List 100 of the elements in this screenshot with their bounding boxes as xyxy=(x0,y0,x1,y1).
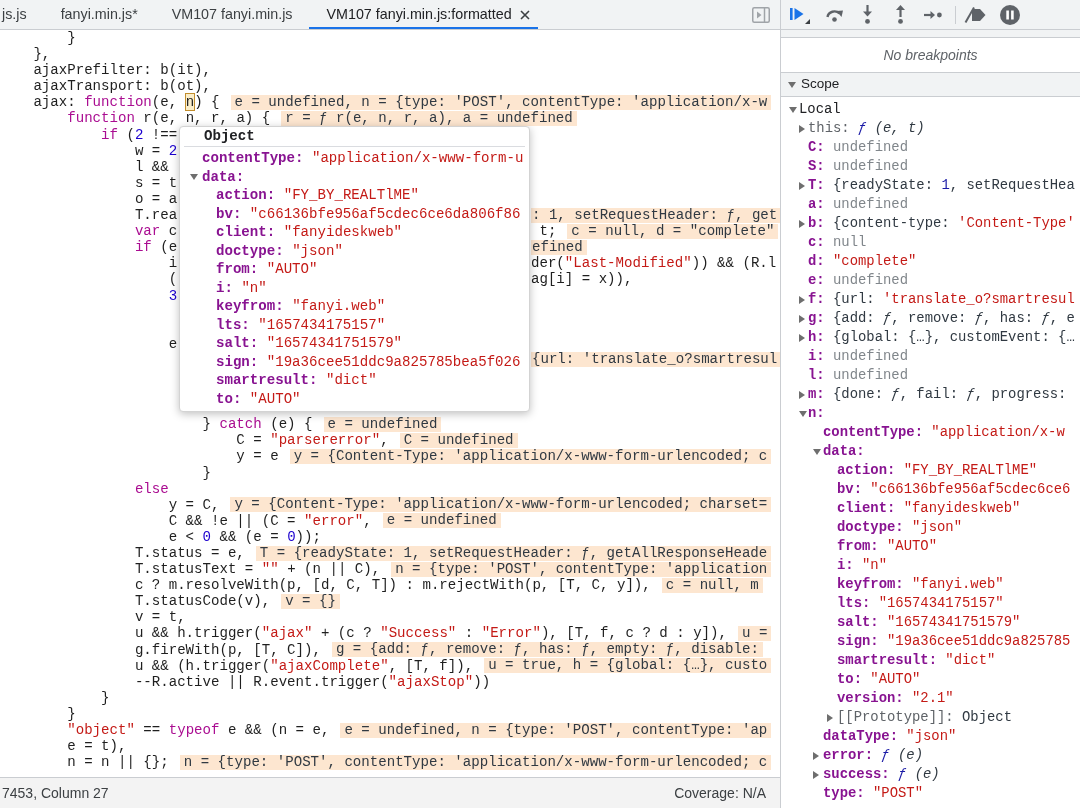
scope-group[interactable]: Local xyxy=(799,101,841,118)
scope-variable[interactable]: [[Prototype]]: Object xyxy=(837,709,1013,726)
scope-variable[interactable]: c: null xyxy=(808,234,867,251)
scope-variable[interactable]: b: {content-type: 'Content-Type' xyxy=(808,215,1075,232)
object-property[interactable]: action: "FY_BY_REALTlME" xyxy=(216,187,419,204)
scope-variable[interactable]: to: "AUTO" xyxy=(837,671,921,688)
cursor-position: 7453, Column 27 xyxy=(2,784,109,802)
file-tab[interactable]: fanyi.min.js* xyxy=(43,0,155,29)
step-over-icon[interactable] xyxy=(825,7,844,22)
code-line: ajax: function(e, n) { xyxy=(33,94,220,111)
scope-variable[interactable]: keyfrom: "fanyi.web" xyxy=(837,576,1004,593)
scope-variable[interactable]: T: {readyState: 1, setRequestHea xyxy=(808,177,1075,194)
caret-right-icon[interactable] xyxy=(799,390,805,399)
object-property[interactable]: keyfrom: "fanyi.web" xyxy=(216,298,386,315)
scope-variable[interactable]: client: "fanyideskweb" xyxy=(837,500,1021,517)
code-line: T.status = e, xyxy=(134,545,245,562)
scope-variable[interactable]: e: undefined xyxy=(808,272,909,289)
inline-value: efined xyxy=(531,239,587,255)
scope-variable[interactable]: i: undefined xyxy=(808,348,909,365)
caret-down-icon[interactable] xyxy=(788,81,796,88)
object-property[interactable]: to: "AUTO" xyxy=(216,390,301,407)
resume-icon[interactable] xyxy=(790,5,810,24)
caret-right-icon[interactable] xyxy=(799,124,805,133)
scope-variable[interactable]: salt: "16574341751579" xyxy=(837,614,1021,631)
file-tab[interactable]: js.js xyxy=(0,0,44,29)
caret-right-icon[interactable] xyxy=(799,314,805,323)
scope-variable[interactable]: sign: "19a36cee51ddc9a825785 xyxy=(837,633,1071,650)
caret-right-icon[interactable] xyxy=(813,770,819,779)
object-property[interactable]: lts: "1657434175157" xyxy=(216,316,386,333)
caret-right-icon[interactable] xyxy=(827,713,833,722)
scope-variable[interactable]: error: ƒ (e) xyxy=(823,747,924,764)
caret-right-icon[interactable] xyxy=(799,181,805,190)
code-line: e xyxy=(168,335,178,352)
scope-variable[interactable]: C: undefined xyxy=(808,139,909,156)
coverage-status: Coverage: N/A xyxy=(674,784,766,802)
object-property[interactable]: bv: "c66136bfe956af5cdec6ce6da806f86 xyxy=(216,205,521,222)
scope-variable[interactable]: type: "POST" xyxy=(823,785,924,802)
object-property[interactable]: contentType: "application/x-www-form-u xyxy=(202,150,524,167)
step-icon[interactable] xyxy=(924,9,942,20)
scope-variable[interactable]: contentType: "application/x-w xyxy=(823,424,1065,441)
inline-value: T = {readyState: 1, setRequestHeader: ƒ, getAllResponseHeade xyxy=(255,545,772,561)
object-property[interactable]: smartresult: "dict" xyxy=(216,372,377,389)
scope-variable[interactable]: data: xyxy=(823,443,865,460)
section-header[interactable]: Scope xyxy=(781,72,1080,97)
object-property[interactable]: doctype: "json" xyxy=(216,242,343,259)
file-tab[interactable]: VM107 fanyi.min.js:formatted xyxy=(309,0,538,29)
scope-variable[interactable]: dataType: "json" xyxy=(823,728,957,745)
scope-variable[interactable]: from: "AUTO" xyxy=(837,538,938,555)
code-line: } xyxy=(67,30,76,47)
scope-variable[interactable]: S: undefined xyxy=(808,158,909,175)
pause-on-exceptions-icon[interactable] xyxy=(1000,4,1020,25)
inline-value: e = undefined, n = {type: 'POST', contentType: 'application/x-w xyxy=(230,94,772,110)
scope-variable[interactable]: bv: "c66136bfe956af5cdec6ce6 xyxy=(837,481,1071,498)
scope-variable[interactable]: d: "complete" xyxy=(808,253,917,270)
close-icon[interactable] xyxy=(519,9,530,20)
caret-right-icon[interactable] xyxy=(799,333,805,342)
object-property[interactable]: client: "fanyideskweb" xyxy=(216,224,403,241)
caret-down-icon[interactable] xyxy=(813,448,821,455)
scope-variable[interactable]: n: xyxy=(808,405,825,422)
scope-variable[interactable]: this: ƒ (e, t) xyxy=(808,120,925,137)
scope-variable[interactable]: i: "n" xyxy=(837,557,887,574)
code-line: function r(e, n, r, a) { xyxy=(67,110,271,127)
code-line: ajaxTransport: b(ot), xyxy=(33,78,211,95)
scope-variable[interactable]: success: ƒ (e) xyxy=(823,766,940,783)
deactivate-breakpoints-icon[interactable] xyxy=(964,6,986,23)
scope-variable[interactable]: m: {done: ƒ, fail: ƒ, progress: xyxy=(808,386,1067,403)
file-tab[interactable]: VM107 fanyi.min.js xyxy=(154,0,310,29)
caret-down-icon[interactable] xyxy=(799,410,807,417)
caret-right-icon[interactable] xyxy=(799,295,805,304)
step-into-icon[interactable] xyxy=(862,5,873,24)
scope-variable[interactable]: h: {global: {…}, customEvent: {… xyxy=(808,329,1075,346)
step-out-icon[interactable] xyxy=(895,5,906,24)
code-line: if (e xyxy=(134,239,178,256)
scope-variable[interactable]: doctype: "json" xyxy=(837,519,963,536)
scope-variable[interactable]: l: undefined xyxy=(808,367,909,384)
scope-variable[interactable]: action: "FY_BY_REALTlME" xyxy=(837,462,1038,479)
scope-variable[interactable]: version: "2.1" xyxy=(837,690,954,707)
scope-variable[interactable]: a: undefined xyxy=(808,196,909,213)
panel-toggle-icon[interactable] xyxy=(752,6,770,23)
caret-down-icon[interactable] xyxy=(789,106,797,113)
object-property[interactable]: from: "AUTO" xyxy=(216,261,318,278)
object-property[interactable]: salt: "16574341751579" xyxy=(216,335,403,352)
caret-right-icon[interactable] xyxy=(799,219,805,228)
scope-variable[interactable]: lts: "1657434175157" xyxy=(837,595,1004,612)
object-property[interactable]: sign: "19a36cee51ddc9a825785bea5f026 xyxy=(216,353,521,370)
code-line: der("Last-Modified")) && (R.l xyxy=(531,255,777,272)
object-property[interactable]: i: "n" xyxy=(216,279,267,296)
object-property[interactable]: data: xyxy=(202,168,245,185)
scope-variable[interactable]: f: {url: 'translate_o?smartresul xyxy=(808,291,1075,308)
code-line: ( xyxy=(168,271,178,288)
caret-down-icon[interactable] xyxy=(190,173,198,180)
code-line: } xyxy=(202,464,211,481)
code-line: T.statusCode(v), xyxy=(134,593,271,610)
caret-right-icon[interactable] xyxy=(813,751,819,760)
scope-variable[interactable]: g: {add: ƒ, remove: ƒ, has: ƒ, e xyxy=(808,310,1075,327)
code-line: ag[i] = x)), xyxy=(531,271,633,288)
inline-value: n = {type: 'POST', contentType: 'application/x-www-form-urlencoded; c xyxy=(179,754,772,770)
scope-variable[interactable]: smartresult: "dict" xyxy=(837,652,996,669)
code-line: C && !e || (C = "error", xyxy=(168,512,372,529)
code-line: else xyxy=(134,480,169,497)
